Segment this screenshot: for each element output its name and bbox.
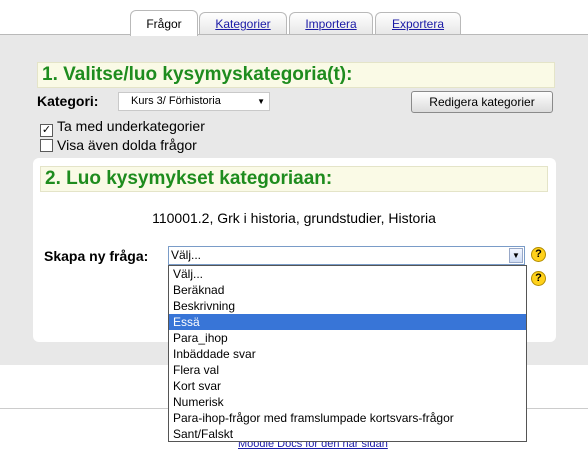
option-para-ihop[interactable]: Para_ihop — [169, 330, 526, 346]
include-subcategories-row: ✓ Ta med underkategorier — [40, 118, 205, 137]
create-question-value: Välj... — [171, 248, 202, 262]
option-essa[interactable]: Essä — [169, 314, 526, 330]
question-type-dropdown: Välj... Beräknad Beskrivning Essä Para_i… — [168, 265, 527, 442]
option-sant-falskt[interactable]: Sant/Falskt — [169, 426, 526, 442]
include-subcategories-label: Ta med underkategorier — [57, 118, 205, 134]
show-hidden-row: Visa även dolda frågor — [40, 137, 197, 153]
create-question-select[interactable]: Välj... ▼ — [168, 246, 525, 265]
chevron-down-icon: ▼ — [257, 97, 265, 106]
tab-exportera[interactable]: Exportera — [375, 12, 461, 35]
category-label: Kategori: — [37, 93, 99, 109]
option-flera-val[interactable]: Flera val — [169, 362, 526, 378]
section1-heading: 1. Valitse/luo kysymyskategoria(t): — [37, 62, 555, 88]
option-inbaddade-svar[interactable]: Inbäddade svar — [169, 346, 526, 362]
tab-importera[interactable]: Importera — [289, 12, 373, 35]
option-beraknad[interactable]: Beräknad — [169, 282, 526, 298]
create-question-label: Skapa ny fråga: — [44, 248, 149, 264]
help-icon[interactable]: ? — [531, 247, 546, 262]
tab-bar: Frågor Kategorier Importera Exportera — [0, 0, 588, 36]
check-icon: ✓ — [41, 124, 52, 136]
option-beskrivning[interactable]: Beskrivning — [169, 298, 526, 314]
show-hidden-checkbox[interactable] — [40, 139, 53, 152]
option-valj[interactable]: Välj... — [169, 266, 526, 282]
include-subcategories-checkbox[interactable]: ✓ — [40, 124, 53, 137]
chevron-down-icon[interactable]: ▼ — [509, 248, 523, 263]
tab-kategorier[interactable]: Kategorier — [199, 12, 287, 35]
help-icon[interactable]: ? — [531, 271, 546, 286]
option-numerisk[interactable]: Numerisk — [169, 394, 526, 410]
show-hidden-label: Visa även dolda frågor — [57, 137, 197, 153]
category-select-value: Kurs 3/ Förhistoria — [131, 95, 221, 107]
option-kort-svar[interactable]: Kort svar — [169, 378, 526, 394]
category-select[interactable]: Kurs 3/ Förhistoria ▼ — [118, 92, 270, 111]
section2-heading: 2. Luo kysymykset kategoriaan: — [40, 166, 548, 192]
edit-categories-button[interactable]: Redigera kategorier — [411, 91, 553, 113]
course-info: 110001.2, Grk i historia, grundstudier, … — [152, 210, 436, 226]
tab-fragor[interactable]: Frågor — [130, 10, 198, 36]
option-random-shortanswer-matching[interactable]: Para-ihop-frågor med framslumpade kortsv… — [169, 410, 526, 426]
